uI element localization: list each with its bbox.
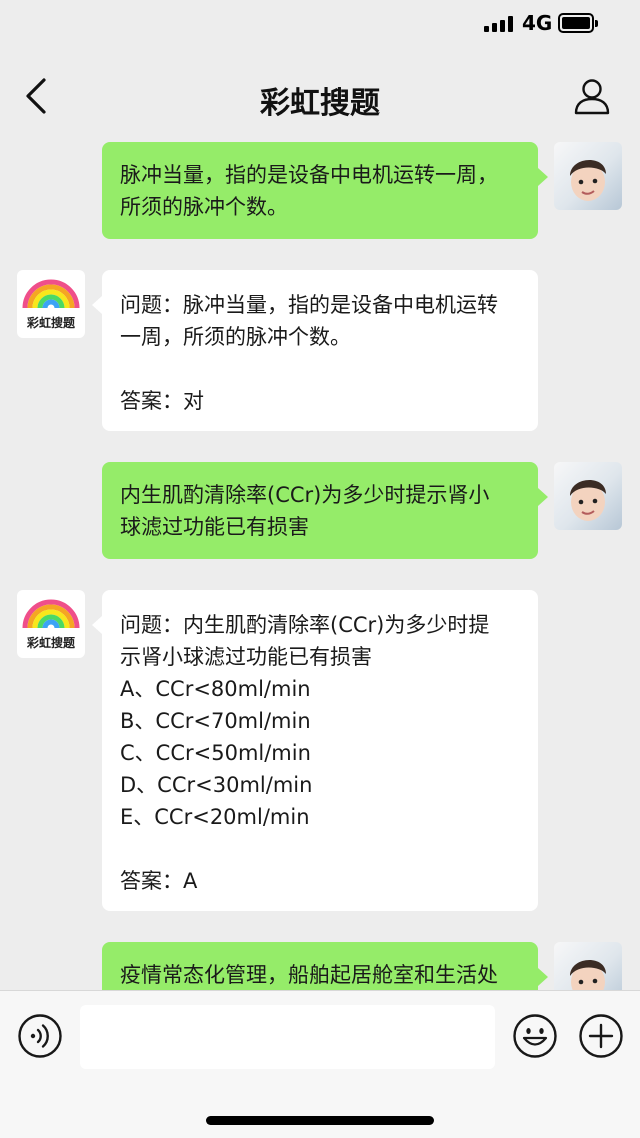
bot-logo-text: 彩虹搜题: [26, 316, 75, 330]
input-bar: [0, 990, 640, 1138]
user-avatar[interactable]: [554, 462, 622, 530]
message-input[interactable]: [80, 1005, 495, 1069]
bot-avatar[interactable]: 彩虹搜题: [17, 270, 85, 338]
user-avatar[interactable]: [554, 142, 622, 210]
plus-icon[interactable]: [578, 1013, 624, 1059]
user-message-bubble[interactable]: 内生肌酌清除率(CCr)为多少时提示肾小 球滤过功能已有损害: [102, 462, 548, 559]
battery-icon: [558, 13, 598, 33]
bot-avatar[interactable]: 彩虹搜题: [17, 590, 85, 658]
network-label: 4G: [522, 11, 553, 35]
emoji-icon[interactable]: [512, 1013, 558, 1059]
profile-icon[interactable]: [572, 76, 612, 116]
user-message-bubble[interactable]: 脉冲当量，指的是设备中电机运转一周， 所须的脉冲个数。: [102, 142, 548, 239]
nav-bar: 彩虹搜题: [0, 48, 640, 140]
signal-icon: [484, 16, 514, 32]
bot-message-bubble[interactable]: 问题：脉冲当量，指的是设备中电机运转 一周，所须的脉冲个数。 答案：对: [92, 270, 538, 431]
bot-message-bubble[interactable]: 问题：内生肌酌清除率(CCr)为多少时提 示肾小球滤过功能已有损害 A、CCr<…: [92, 590, 538, 911]
page-title: 彩虹搜题: [260, 86, 380, 121]
status-bar: 4G: [0, 0, 640, 48]
bot-logo-text: 彩虹搜题: [26, 636, 75, 650]
voice-icon[interactable]: [17, 1013, 63, 1059]
home-indicator[interactable]: [206, 1116, 434, 1125]
